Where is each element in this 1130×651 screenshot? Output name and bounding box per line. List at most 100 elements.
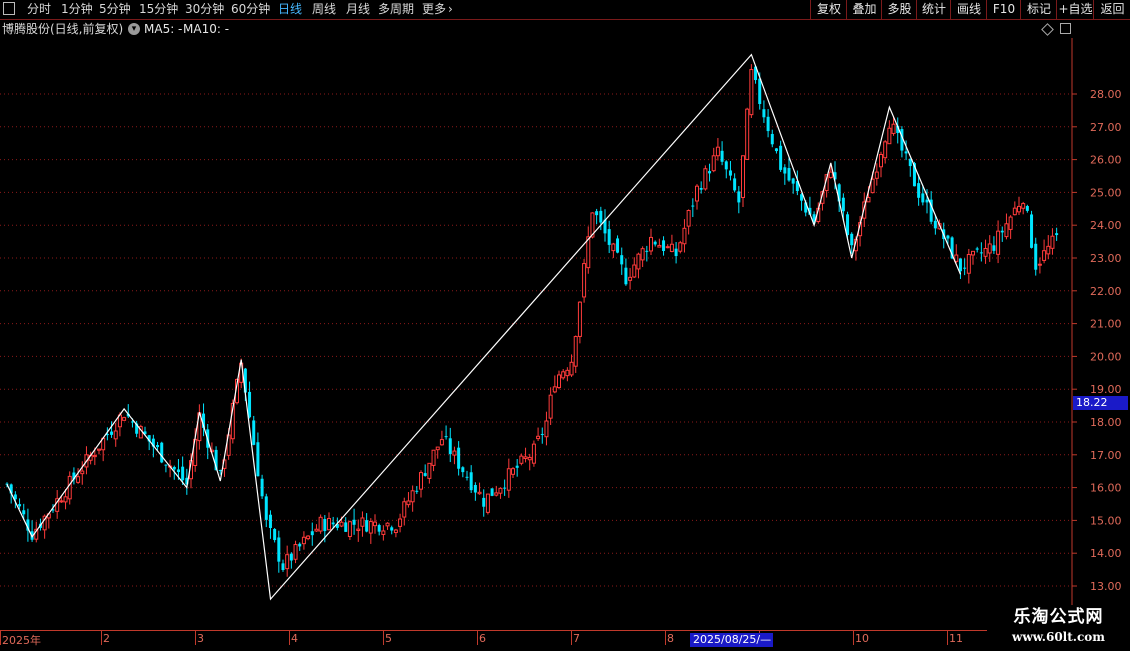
candle-body [360, 517, 365, 527]
crosshair-date-label: 2025/08/25/— [690, 633, 773, 647]
candle [645, 245, 649, 262]
candle [419, 470, 423, 498]
candle-body [975, 248, 979, 250]
diamond-icon[interactable] [1041, 23, 1054, 36]
candle-body [264, 496, 268, 520]
candle-body [691, 205, 695, 207]
tab-period-3[interactable]: 15分钟 [139, 1, 178, 18]
candle-body [323, 519, 327, 532]
candle-body [933, 220, 937, 229]
candle [966, 248, 971, 284]
tab-period-0[interactable]: 分时 [27, 1, 51, 18]
candle-body [339, 521, 344, 527]
candle-body [181, 466, 185, 481]
candle-body [1017, 205, 1021, 213]
candle-body [870, 178, 875, 194]
candle-body [452, 450, 457, 456]
candle-body [457, 447, 461, 469]
candle [720, 141, 724, 166]
more-chevron-icon[interactable]: › [448, 1, 453, 18]
tab-period-8[interactable]: 月线 [346, 1, 370, 18]
candle [444, 425, 448, 440]
candle [381, 525, 386, 541]
candle-body [306, 535, 311, 540]
candle-body [218, 470, 222, 472]
candle-body [620, 255, 624, 265]
x-tick [101, 631, 102, 645]
y-tick-label: 28.00 [1090, 88, 1122, 101]
candle [273, 528, 277, 543]
y-tick-label: 19.00 [1090, 383, 1122, 396]
tab-period-2[interactable]: 5分钟 [99, 1, 131, 18]
candle [1004, 213, 1009, 240]
candle-body [415, 490, 419, 492]
candle-body [971, 250, 975, 256]
toolbar-button-4[interactable]: 画线 [950, 0, 987, 19]
candle [293, 540, 298, 564]
tab-period-9[interactable]: 多周期 [378, 1, 414, 18]
toolbar-button-0[interactable]: 复权 [810, 0, 847, 19]
candle-body [402, 501, 407, 518]
candle-body [720, 150, 724, 162]
candle-body [368, 521, 373, 534]
candle-body [708, 171, 712, 174]
candle [682, 219, 687, 253]
toolbar-button-2[interactable]: 多股 [881, 0, 917, 19]
tab-period-5[interactable]: 60分钟 [231, 1, 270, 18]
candle-body [724, 161, 728, 170]
period-selector-icon[interactable] [3, 2, 15, 15]
candle-body [665, 246, 670, 249]
tab-period-7[interactable]: 周线 [312, 1, 336, 18]
toolbar-button-3[interactable]: 统计 [916, 0, 951, 19]
x-tick [383, 631, 384, 645]
candle-body [682, 227, 687, 245]
toolbar-button-7[interactable]: +自选 [1056, 0, 1094, 19]
candle [699, 181, 703, 194]
panel-toggle-icon[interactable] [1060, 23, 1071, 34]
zigzag-line [6, 53, 962, 601]
tab-period-6[interactable]: 日线 [278, 1, 302, 18]
candle [457, 441, 461, 476]
candle-body [582, 263, 587, 298]
candle [1042, 239, 1047, 264]
y-tick-label: 22.00 [1090, 285, 1122, 298]
candle [1034, 237, 1038, 276]
candle [1012, 201, 1017, 216]
candle [385, 522, 390, 530]
y-tick-label: 16.00 [1090, 482, 1122, 495]
y-tick-label: 14.00 [1090, 547, 1122, 560]
candle [745, 107, 750, 160]
candle [448, 427, 452, 463]
x-tick [853, 631, 854, 645]
candle [377, 523, 381, 536]
candle-body [393, 529, 398, 534]
tab-period-4[interactable]: 30分钟 [185, 1, 224, 18]
candle-body [92, 454, 97, 458]
candle [490, 488, 494, 497]
toolbar-button-5[interactable]: F10 [986, 0, 1021, 19]
candle-body [256, 442, 260, 477]
candle-body [963, 267, 967, 269]
toolbar-button-8[interactable]: 返回 [1093, 0, 1130, 19]
candle [954, 244, 959, 264]
current-price-tag: 18.22 [1073, 396, 1128, 410]
candle [983, 239, 988, 264]
indicator-toggle-icon[interactable]: ▾ [128, 23, 140, 35]
candle [674, 242, 678, 264]
candle-body [18, 504, 22, 507]
toolbar-button-1[interactable]: 叠加 [846, 0, 882, 19]
candle [415, 486, 419, 494]
candle [122, 416, 127, 421]
x-tick [571, 631, 572, 645]
candle [482, 489, 486, 517]
candle [511, 467, 515, 479]
tab-period-10[interactable]: 更多 [422, 1, 446, 18]
candle [30, 520, 34, 542]
candle [72, 467, 76, 485]
toolbar-button-6[interactable]: 标记 [1020, 0, 1057, 19]
candle [314, 524, 319, 532]
tab-period-1[interactable]: 1分钟 [61, 1, 93, 18]
watermark-url: www.60lt.com [1012, 630, 1105, 644]
candle [260, 474, 264, 499]
candle [318, 514, 323, 534]
